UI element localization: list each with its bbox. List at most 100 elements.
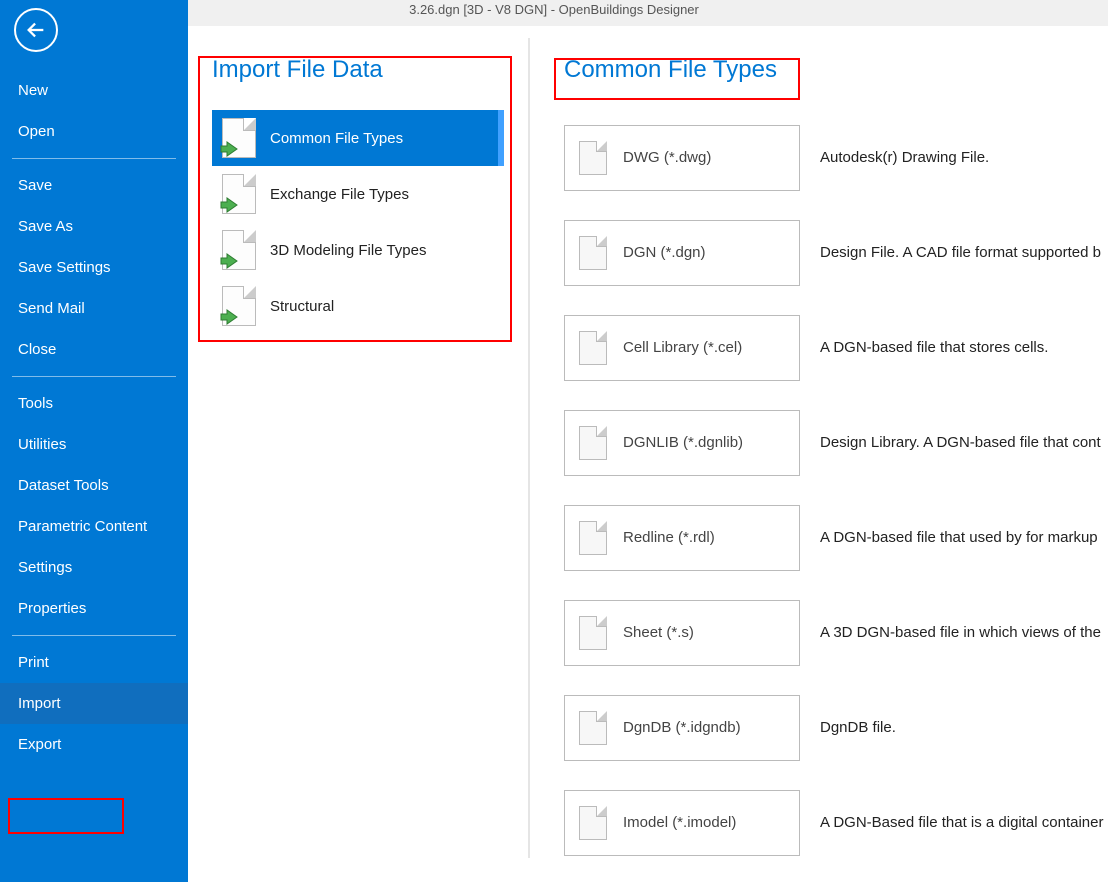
file-type-label: Redline (*.rdl)	[623, 529, 715, 546]
file-row: DGNLIB (*.dgnlib) Design Library. A DGN-b…	[564, 395, 1108, 490]
nav-item-utilities[interactable]: Utilities	[0, 424, 188, 465]
green-arrow-icon	[219, 195, 239, 215]
arrow-left-icon	[25, 19, 47, 41]
file-type-button-cell[interactable]: Cell Library (*.cel)	[564, 315, 800, 381]
file-type-description: A DGN-based file that used by for markup	[820, 529, 1098, 546]
vertical-divider	[528, 38, 530, 858]
nav-item-settings[interactable]: Settings	[0, 547, 188, 588]
import-file-data-title: Import File Data	[212, 56, 504, 84]
nav-item-label: Parametric Content	[18, 518, 147, 535]
file-type-description: Design Library. A DGN-based file that co…	[820, 434, 1101, 451]
file-import-icon	[222, 118, 256, 158]
file-type-label: Imodel (*.imodel)	[623, 814, 736, 831]
file-type-label: DgnDB (*.idgndb)	[623, 719, 741, 736]
file-type-description: A DGN-based file that stores cells.	[820, 339, 1048, 356]
document-icon	[579, 521, 607, 555]
file-type-label: DWG (*.dwg)	[623, 149, 711, 166]
window-title: 3.26.dgn [3D - V8 DGN] - OpenBuildings D…	[409, 2, 699, 17]
document-icon	[579, 236, 607, 270]
file-type-label: DGN (*.dgn)	[623, 244, 706, 261]
nav-item-label: Properties	[18, 600, 86, 617]
file-import-icon	[222, 174, 256, 214]
nav-item-save-settings[interactable]: Save Settings	[0, 247, 188, 288]
category-item-common-file-types[interactable]: Common File Types	[212, 110, 504, 166]
nav-item-label: Open	[18, 123, 55, 140]
file-row: DgnDB (*.idgndb) DgnDB file.	[564, 680, 1108, 775]
nav-item-import[interactable]: Import	[0, 683, 188, 724]
nav-item-label: Save Settings	[18, 259, 111, 276]
file-type-description: Design File. A CAD file format supported…	[820, 244, 1101, 261]
nav-separator	[12, 635, 176, 636]
file-type-description: Autodesk(r) Drawing File.	[820, 149, 989, 166]
document-icon	[579, 426, 607, 460]
file-row: DWG (*.dwg) Autodesk(r) Drawing File.	[564, 110, 1108, 205]
file-type-button-dgnlib[interactable]: DGNLIB (*.dgnlib)	[564, 410, 800, 476]
file-import-icon	[222, 230, 256, 270]
file-type-label: DGNLIB (*.dgnlib)	[623, 434, 743, 451]
category-item-3d-modeling-file-types[interactable]: 3D Modeling File Types	[212, 222, 504, 278]
category-label: Common File Types	[270, 130, 403, 147]
import-categories-pane: Import File Data Common File Types Exchan…	[188, 26, 528, 882]
nav-separator	[12, 376, 176, 377]
document-icon	[579, 711, 607, 745]
file-type-description: A DGN-Based file that is a digital conta…	[820, 814, 1103, 831]
file-type-button-redline[interactable]: Redline (*.rdl)	[564, 505, 800, 571]
category-item-structural[interactable]: Structural	[212, 278, 504, 334]
nav-item-open[interactable]: Open	[0, 111, 188, 152]
file-row: Cell Library (*.cel) A DGN-based file tha…	[564, 300, 1108, 395]
nav-item-close[interactable]: Close	[0, 329, 188, 370]
nav-item-label: Save	[18, 177, 52, 194]
green-arrow-icon	[219, 307, 239, 327]
nav-item-label: Dataset Tools	[18, 477, 109, 494]
green-arrow-icon	[219, 139, 239, 159]
backstage-sidebar: New Open Save Save As Save Settings Send Mail…	[0, 0, 188, 882]
category-item-exchange-file-types[interactable]: Exchange File Types	[212, 166, 504, 222]
document-icon	[579, 616, 607, 650]
nav-item-parametric-content[interactable]: Parametric Content	[0, 506, 188, 547]
common-file-types-title: Common File Types	[564, 56, 1108, 84]
nav-list: New Open Save Save As Save Settings Send Mail…	[0, 70, 188, 765]
nav-item-label: Tools	[18, 395, 53, 412]
file-type-button-dgn[interactable]: DGN (*.dgn)	[564, 220, 800, 286]
file-type-button-dwg[interactable]: DWG (*.dwg)	[564, 125, 800, 191]
nav-item-label: Send Mail	[18, 300, 85, 317]
nav-item-label: Utilities	[18, 436, 66, 453]
nav-item-new[interactable]: New	[0, 70, 188, 111]
document-icon	[579, 141, 607, 175]
file-list: DWG (*.dwg) Autodesk(r) Drawing File. DGN …	[564, 110, 1108, 870]
file-row: Sheet (*.s) A 3D DGN-based file in which …	[564, 585, 1108, 680]
nav-item-export[interactable]: Export	[0, 724, 188, 765]
nav-item-send-mail[interactable]: Send Mail	[0, 288, 188, 329]
nav-item-label: Export	[18, 736, 61, 753]
back-button[interactable]	[14, 8, 58, 52]
file-row: Redline (*.rdl) A DGN-based file that use…	[564, 490, 1108, 585]
nav-item-properties[interactable]: Properties	[0, 588, 188, 629]
file-row: Imodel (*.imodel) A DGN-Based file that i…	[564, 775, 1108, 870]
file-import-icon	[222, 286, 256, 326]
nav-item-label: Import	[18, 695, 61, 712]
category-label: 3D Modeling File Types	[270, 242, 426, 259]
nav-item-print[interactable]: Print	[0, 642, 188, 683]
nav-item-save-as[interactable]: Save As	[0, 206, 188, 247]
category-list: Common File Types Exchange File Types 3D M…	[212, 110, 504, 334]
nav-item-save[interactable]: Save	[0, 165, 188, 206]
category-label: Structural	[270, 298, 334, 315]
file-type-button-sheet[interactable]: Sheet (*.s)	[564, 600, 800, 666]
document-icon	[579, 806, 607, 840]
nav-item-label: Settings	[18, 559, 72, 576]
nav-item-tools[interactable]: Tools	[0, 383, 188, 424]
category-label: Exchange File Types	[270, 186, 409, 203]
nav-separator	[12, 158, 176, 159]
file-type-label: Cell Library (*.cel)	[623, 339, 742, 356]
file-type-button-dgndb[interactable]: DgnDB (*.idgndb)	[564, 695, 800, 761]
nav-item-dataset-tools[interactable]: Dataset Tools	[0, 465, 188, 506]
file-type-label: Sheet (*.s)	[623, 624, 694, 641]
nav-item-label: New	[18, 82, 48, 99]
file-type-description: A 3D DGN-based file in which views of th…	[820, 624, 1101, 641]
file-type-description: DgnDB file.	[820, 719, 896, 736]
nav-item-label: Print	[18, 654, 49, 671]
nav-item-label: Save As	[18, 218, 73, 235]
file-type-button-imodel[interactable]: Imodel (*.imodel)	[564, 790, 800, 856]
document-icon	[579, 331, 607, 365]
green-arrow-icon	[219, 251, 239, 271]
